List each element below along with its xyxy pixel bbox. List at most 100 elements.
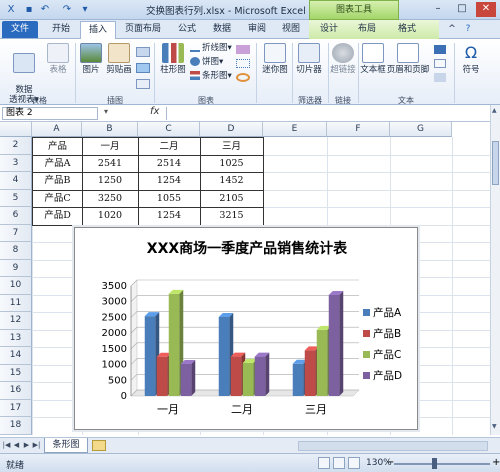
tab-formulas[interactable]: 公式 (170, 21, 204, 39)
scatter-chart-icon[interactable] (236, 59, 250, 68)
column-header[interactable]: B (82, 122, 138, 137)
row-header[interactable]: 14 (0, 347, 32, 365)
tab-layout[interactable]: 布局 (350, 21, 384, 39)
line-chart-button[interactable]: 折线图▾ (190, 43, 232, 54)
table-cell[interactable]: 2514 (138, 154, 201, 173)
help-icon[interactable]: ? (462, 21, 474, 39)
table-cell[interactable]: 1254 (138, 172, 201, 191)
close-window-button[interactable]: ✕ (476, 2, 496, 17)
table-cell[interactable]: 1055 (138, 189, 201, 208)
column-header[interactable]: G (390, 122, 452, 137)
textbox-button[interactable]: 文本框 (360, 43, 386, 75)
row-header[interactable]: 9 (0, 259, 32, 277)
chart-object[interactable]: XXX商场一季度产品销售统计表 0 500 1000 1500 2000 2500 3000 3… (74, 227, 418, 430)
row-header[interactable]: 16 (0, 382, 32, 400)
next-sheet-icon[interactable]: ▶ (22, 440, 31, 451)
pie-chart-button[interactable]: 饼图▾ (190, 57, 223, 68)
header-footer-button[interactable]: 页眉和页脚 (386, 43, 430, 75)
minimize-button[interactable]: – (428, 2, 448, 17)
row-header[interactable]: 6 (0, 207, 32, 225)
normal-view-icon[interactable] (318, 457, 330, 469)
picture-button[interactable]: 图片 (78, 43, 104, 75)
slicer-button[interactable]: 切片器 (294, 43, 324, 75)
tab-page-layout[interactable]: 页面布局 (118, 21, 168, 39)
insert-function-icon[interactable]: fx (150, 106, 159, 117)
horizontal-scrollbar[interactable] (298, 441, 488, 451)
row-header[interactable]: 17 (0, 399, 32, 417)
maximize-button[interactable]: □ (452, 2, 472, 17)
signature-line-icon[interactable] (434, 59, 446, 68)
table-cell[interactable]: 产品B (32, 172, 83, 191)
table-cell[interactable]: 3250 (82, 189, 139, 208)
vertical-scrollbar[interactable]: ▲ ▼ (490, 105, 500, 435)
zoom-slider[interactable] (394, 463, 490, 465)
row-header[interactable]: 12 (0, 312, 32, 330)
table-cell[interactable]: 产品D (32, 207, 83, 226)
page-break-view-icon[interactable] (348, 457, 360, 469)
tab-file[interactable]: 文件 (2, 21, 38, 38)
scroll-up-icon[interactable]: ▲ (492, 107, 497, 114)
table-cell[interactable]: 1254 (138, 207, 201, 226)
row-header[interactable]: 2 (0, 137, 32, 155)
vertical-scroll-thumb[interactable] (492, 141, 499, 185)
sheet-tab[interactable]: 条形图 (44, 438, 88, 453)
select-all-corner[interactable] (0, 122, 32, 137)
row-header[interactable]: 11 (0, 294, 32, 312)
hyperlink-button[interactable]: 超链接 (330, 43, 356, 75)
table-cell[interactable]: 3215 (200, 207, 264, 226)
table-cell[interactable]: 1452 (200, 172, 264, 191)
tab-format[interactable]: 格式 (390, 21, 424, 39)
zoom-slider-knob[interactable] (432, 458, 437, 469)
table-cell[interactable]: 产品A (32, 154, 83, 173)
tab-data[interactable]: 数据 (206, 21, 238, 39)
tab-home[interactable]: 开始 (42, 21, 80, 39)
row-header[interactable]: 15 (0, 364, 32, 382)
table-cell[interactable]: 产品C (32, 189, 83, 208)
area-chart-icon[interactable] (236, 45, 250, 54)
table-cell[interactable]: 1025 (200, 154, 264, 173)
table-cell[interactable]: 2541 (82, 154, 139, 173)
tab-view[interactable]: 视图 (276, 21, 306, 39)
symbol-button[interactable]: Ω 符号 (456, 43, 486, 75)
first-sheet-icon[interactable]: |◀ (2, 440, 11, 451)
customize-toolbar-icon[interactable]: ▾ (78, 3, 92, 16)
name-box[interactable]: 图表 2 (2, 107, 98, 120)
column-header[interactable]: C (138, 122, 200, 137)
save-icon[interactable]: ▪ (22, 3, 36, 16)
object-icon[interactable] (434, 73, 446, 82)
row-header[interactable]: 7 (0, 224, 32, 242)
page-layout-view-icon[interactable] (333, 457, 345, 469)
wordart-icon[interactable] (434, 45, 446, 54)
screenshot-icon[interactable] (136, 79, 150, 89)
tab-design[interactable]: 设计 (312, 21, 346, 39)
insert-sheet-icon[interactable] (92, 440, 106, 451)
column-chart-button[interactable]: 柱形图 (158, 43, 188, 75)
row-header[interactable]: 3 (0, 154, 32, 172)
bar-chart-button[interactable]: 条形图▾ (190, 71, 232, 82)
row-header[interactable]: 5 (0, 189, 32, 207)
row-header[interactable]: 4 (0, 172, 32, 190)
prev-sheet-icon[interactable]: ◀ (12, 440, 21, 451)
column-header[interactable]: D (200, 122, 263, 137)
zoom-in-icon[interactable]: + (492, 457, 500, 468)
column-header[interactable]: A (32, 122, 82, 137)
table-header-cell[interactable]: 一月 (82, 137, 139, 156)
table-header-cell[interactable]: 三月 (200, 137, 264, 156)
formula-input[interactable] (166, 107, 486, 120)
column-header[interactable]: F (327, 122, 390, 137)
tab-review[interactable]: 审阅 (240, 21, 274, 39)
scroll-down-icon[interactable]: ▼ (492, 423, 497, 430)
table-button[interactable]: 表格 (44, 43, 72, 75)
sparklines-button[interactable]: 迷你图 (258, 43, 292, 75)
clipart-button[interactable]: 剪贴画 (104, 43, 134, 75)
table-cell[interactable]: 2105 (200, 189, 264, 208)
redo-icon[interactable]: ↷ (60, 3, 74, 16)
row-header[interactable]: 10 (0, 277, 32, 295)
minimize-ribbon-icon[interactable]: ^ (446, 21, 458, 39)
row-header[interactable]: 18 (0, 417, 32, 435)
row-header[interactable]: 8 (0, 242, 32, 260)
table-cell[interactable]: 1020 (82, 207, 139, 226)
row-header[interactable]: 19 (0, 434, 32, 435)
namebox-dropdown-icon[interactable]: ▾ (104, 107, 108, 116)
smartart-icon[interactable] (136, 63, 150, 73)
